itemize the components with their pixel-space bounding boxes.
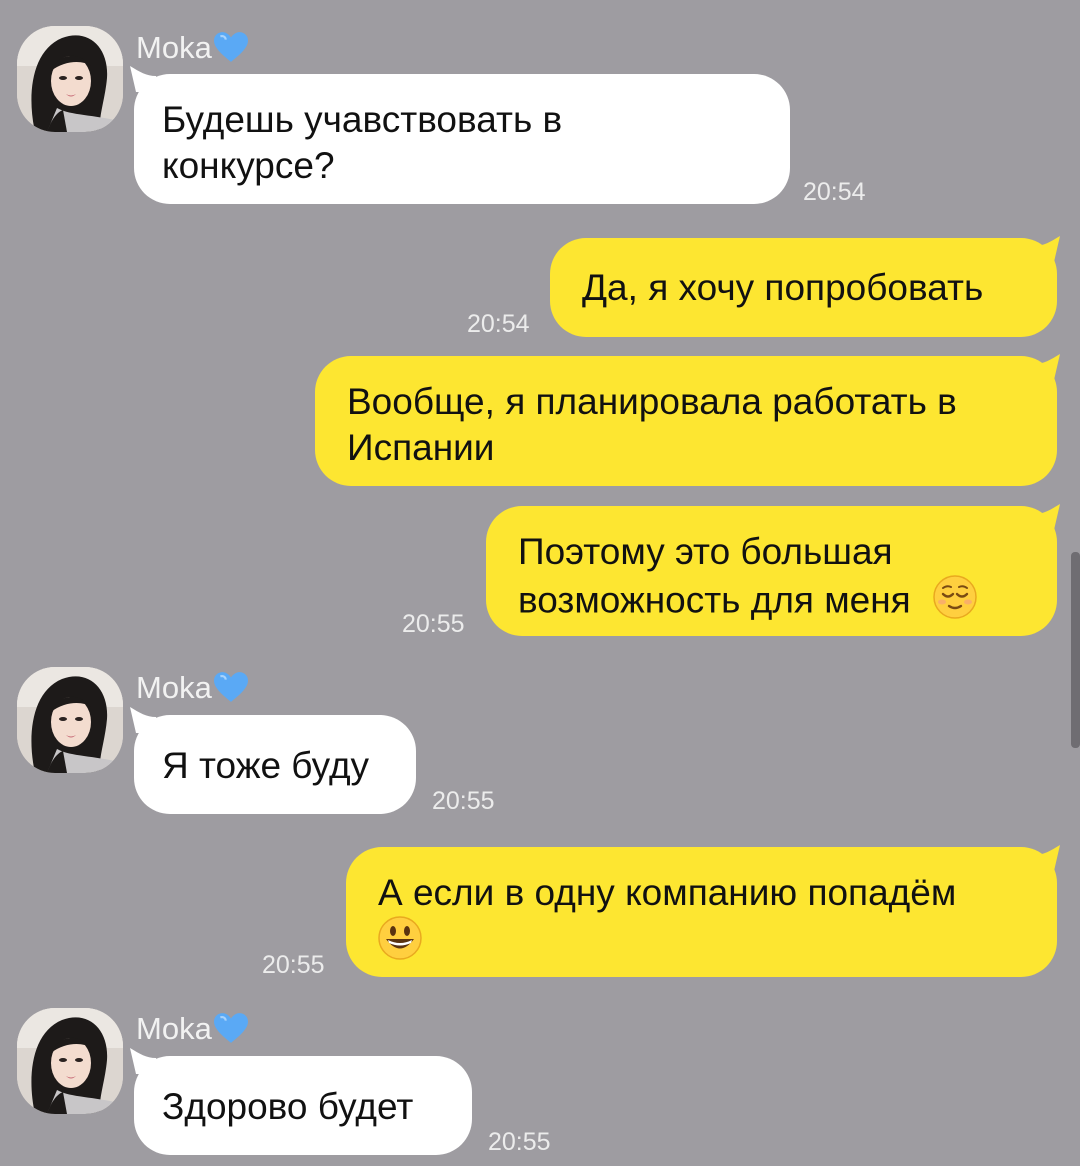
message-bubble-outgoing[interactable]: Да, я хочу попробовать	[550, 238, 1057, 337]
avatar[interactable]	[17, 667, 123, 773]
bubble-tail	[1034, 236, 1060, 262]
sender-name-text: Moka	[136, 30, 212, 65]
message-timestamp: 20:55	[432, 787, 495, 815]
avatar-image	[17, 26, 123, 132]
message-timestamp: 20:55	[262, 951, 325, 979]
sender-name: Moka	[136, 30, 249, 66]
message-text-line: Да, я хочу попробовать	[582, 267, 984, 308]
message-bubble-outgoing[interactable]: Вообще, я планировала работать в Испании	[315, 356, 1057, 486]
avatar-image	[17, 667, 123, 773]
message-text-line: Я тоже буду	[162, 745, 370, 786]
message-text-line: возможность для меня	[518, 579, 911, 621]
sender-name-text: Moka	[136, 670, 212, 705]
message-timestamp: 20:54	[467, 310, 530, 338]
message-timestamp: 20:54	[803, 178, 866, 206]
message-bubble-incoming[interactable]: Здорово будет	[134, 1056, 472, 1155]
avatar[interactable]	[17, 26, 123, 132]
message-timestamp: 20:55	[488, 1128, 551, 1156]
message-text-line: Будешь учавствовать в	[162, 99, 563, 140]
grinning-face-emoji	[378, 916, 422, 971]
message-text-line: Поэтому это большая	[518, 531, 893, 572]
sender-name: Moka	[136, 1011, 249, 1047]
blue-heart-icon	[212, 31, 249, 63]
blue-heart-icon	[212, 1012, 249, 1044]
message-bubble-incoming[interactable]: Я тоже буду	[134, 715, 416, 814]
message-bubble-incoming[interactable]: Будешь учавствовать в конкурсе?	[134, 74, 790, 204]
avatar-image	[17, 1008, 123, 1114]
message-text-line: конкурсе?	[162, 145, 335, 186]
message-text-line: Испании	[347, 427, 495, 468]
sender-name-text: Moka	[136, 1011, 212, 1046]
message-bubble-outgoing[interactable]: А если в одну компанию попадём	[346, 847, 1057, 977]
message-text-line: А если в одну компанию попадём	[378, 872, 957, 913]
message-text-line: Здорово будет	[162, 1086, 414, 1127]
bubble-tail	[1034, 845, 1060, 871]
relieved-face-emoji	[933, 575, 977, 630]
bubble-tail	[1034, 354, 1060, 380]
sender-name: Moka	[136, 670, 249, 706]
bubble-tail	[1034, 504, 1060, 530]
message-text-line: Вообще, я планировала работать в	[347, 381, 957, 422]
avatar[interactable]	[17, 1008, 123, 1114]
message-bubble-outgoing[interactable]: Поэтому это большая возможность для меня	[486, 506, 1057, 636]
blue-heart-icon	[212, 671, 249, 703]
scrollbar[interactable]	[1071, 552, 1080, 748]
message-timestamp: 20:55	[402, 610, 465, 638]
